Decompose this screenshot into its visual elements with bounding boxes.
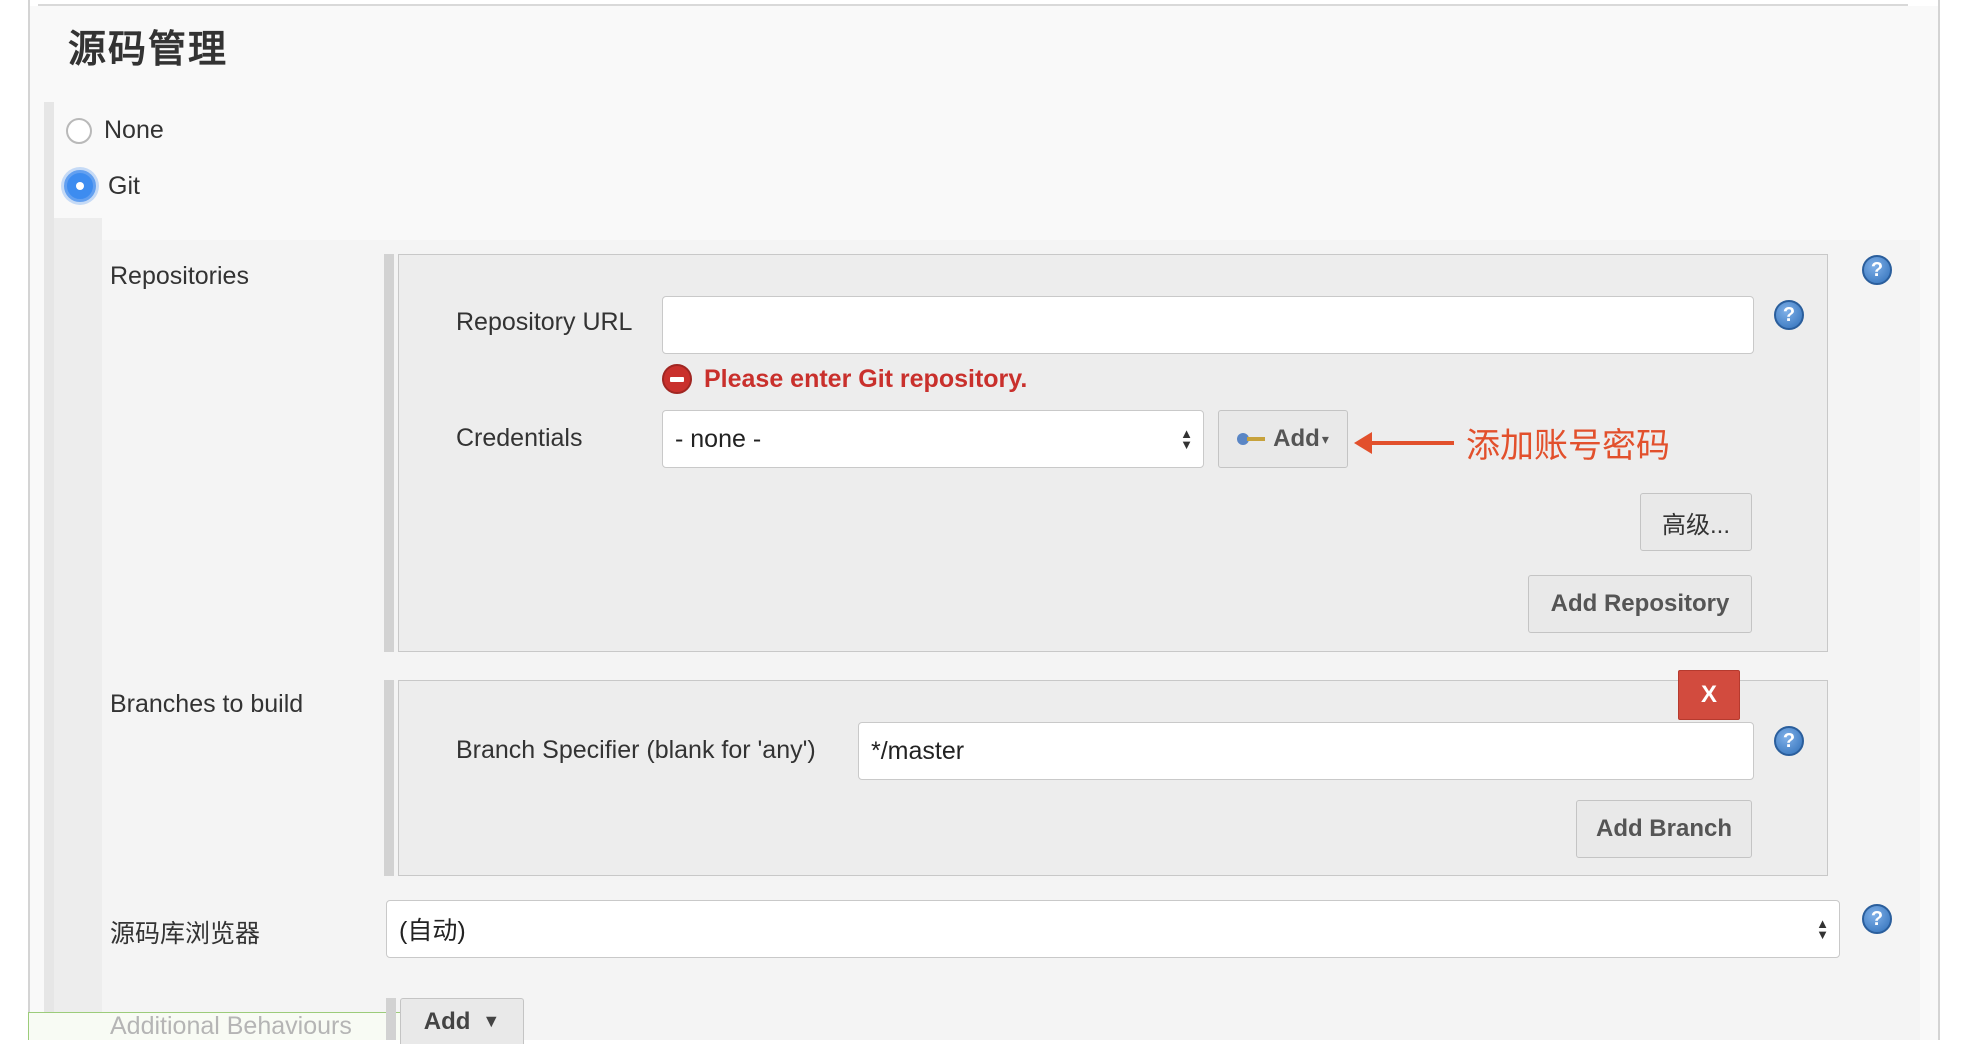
credentials-label: Credentials bbox=[456, 424, 583, 452]
repositories-box-bar bbox=[384, 254, 394, 652]
add-behaviour-label: Add bbox=[423, 1007, 471, 1035]
repositories-label: Repositories bbox=[110, 262, 249, 290]
repository-browser-label: 源码库浏览器 bbox=[110, 920, 261, 948]
credentials-select[interactable]: - none - ▲ ▼ bbox=[662, 410, 1204, 468]
annotation-callout: 添加账号密码 bbox=[1354, 418, 1670, 467]
radio-none-row[interactable]: None bbox=[66, 116, 164, 145]
annotation-text: 添加账号密码 bbox=[1466, 427, 1670, 465]
repository-url-input[interactable] bbox=[662, 296, 1754, 354]
key-icon bbox=[1237, 432, 1267, 446]
branches-box-bar bbox=[384, 680, 394, 876]
select-arrows-icon: ▲ ▼ bbox=[1180, 426, 1193, 452]
repository-browser-value: (自动) bbox=[399, 917, 466, 945]
radio-git[interactable] bbox=[64, 170, 96, 202]
select-arrows-icon: ▲ ▼ bbox=[1816, 916, 1829, 942]
branch-specifier-help-icon[interactable]: ? bbox=[1774, 726, 1804, 756]
add-branch-button[interactable]: Add Branch bbox=[1576, 800, 1752, 858]
add-repository-button[interactable]: Add Repository bbox=[1528, 575, 1752, 633]
error-message: Please enter Git repository. bbox=[704, 364, 1028, 393]
caret-down-icon: ▾ bbox=[1321, 430, 1329, 447]
repositories-help-icon[interactable]: ? bbox=[1862, 255, 1892, 285]
add-credentials-button[interactable]: Add ▾ bbox=[1218, 410, 1348, 468]
add-credentials-label: Add bbox=[1273, 425, 1320, 452]
repository-url-help-icon[interactable]: ? bbox=[1774, 300, 1804, 330]
radio-none[interactable] bbox=[66, 117, 92, 144]
repository-url-label: Repository URL bbox=[456, 308, 633, 336]
radio-none-label: None bbox=[104, 116, 164, 144]
radio-git-row[interactable]: Git bbox=[64, 170, 140, 202]
branch-specifier-label: Branch Specifier (blank for 'any') bbox=[456, 736, 816, 764]
branches-label: Branches to build bbox=[110, 690, 304, 718]
git-indent-bar bbox=[54, 218, 102, 1040]
section-indent-bar bbox=[44, 102, 54, 1040]
credentials-select-value: - none - bbox=[675, 424, 762, 453]
delete-branch-button[interactable]: X bbox=[1678, 670, 1740, 720]
caret-down-icon: ▼ bbox=[482, 1011, 501, 1031]
radio-git-label: Git bbox=[108, 171, 140, 200]
add-behaviour-button[interactable]: Add ▼ bbox=[400, 998, 524, 1044]
additional-behaviours-label: Additional Behaviours bbox=[110, 1012, 352, 1040]
repository-browser-help-icon[interactable]: ? bbox=[1862, 904, 1892, 934]
repository-browser-select[interactable]: (自动) ▲ ▼ bbox=[386, 900, 1840, 958]
annotation-arrow-icon bbox=[1354, 431, 1454, 454]
behaviours-box-bar bbox=[386, 998, 396, 1040]
error-icon bbox=[662, 364, 692, 394]
panel-right-border bbox=[1938, 0, 1940, 1040]
branch-specifier-input[interactable]: */master bbox=[858, 722, 1754, 780]
advanced-button[interactable]: 高级... bbox=[1640, 493, 1752, 551]
panel-left-border bbox=[28, 0, 30, 1040]
repository-url-error: Please enter Git repository. bbox=[662, 364, 1027, 394]
section-title: 源码管理 bbox=[68, 29, 229, 71]
